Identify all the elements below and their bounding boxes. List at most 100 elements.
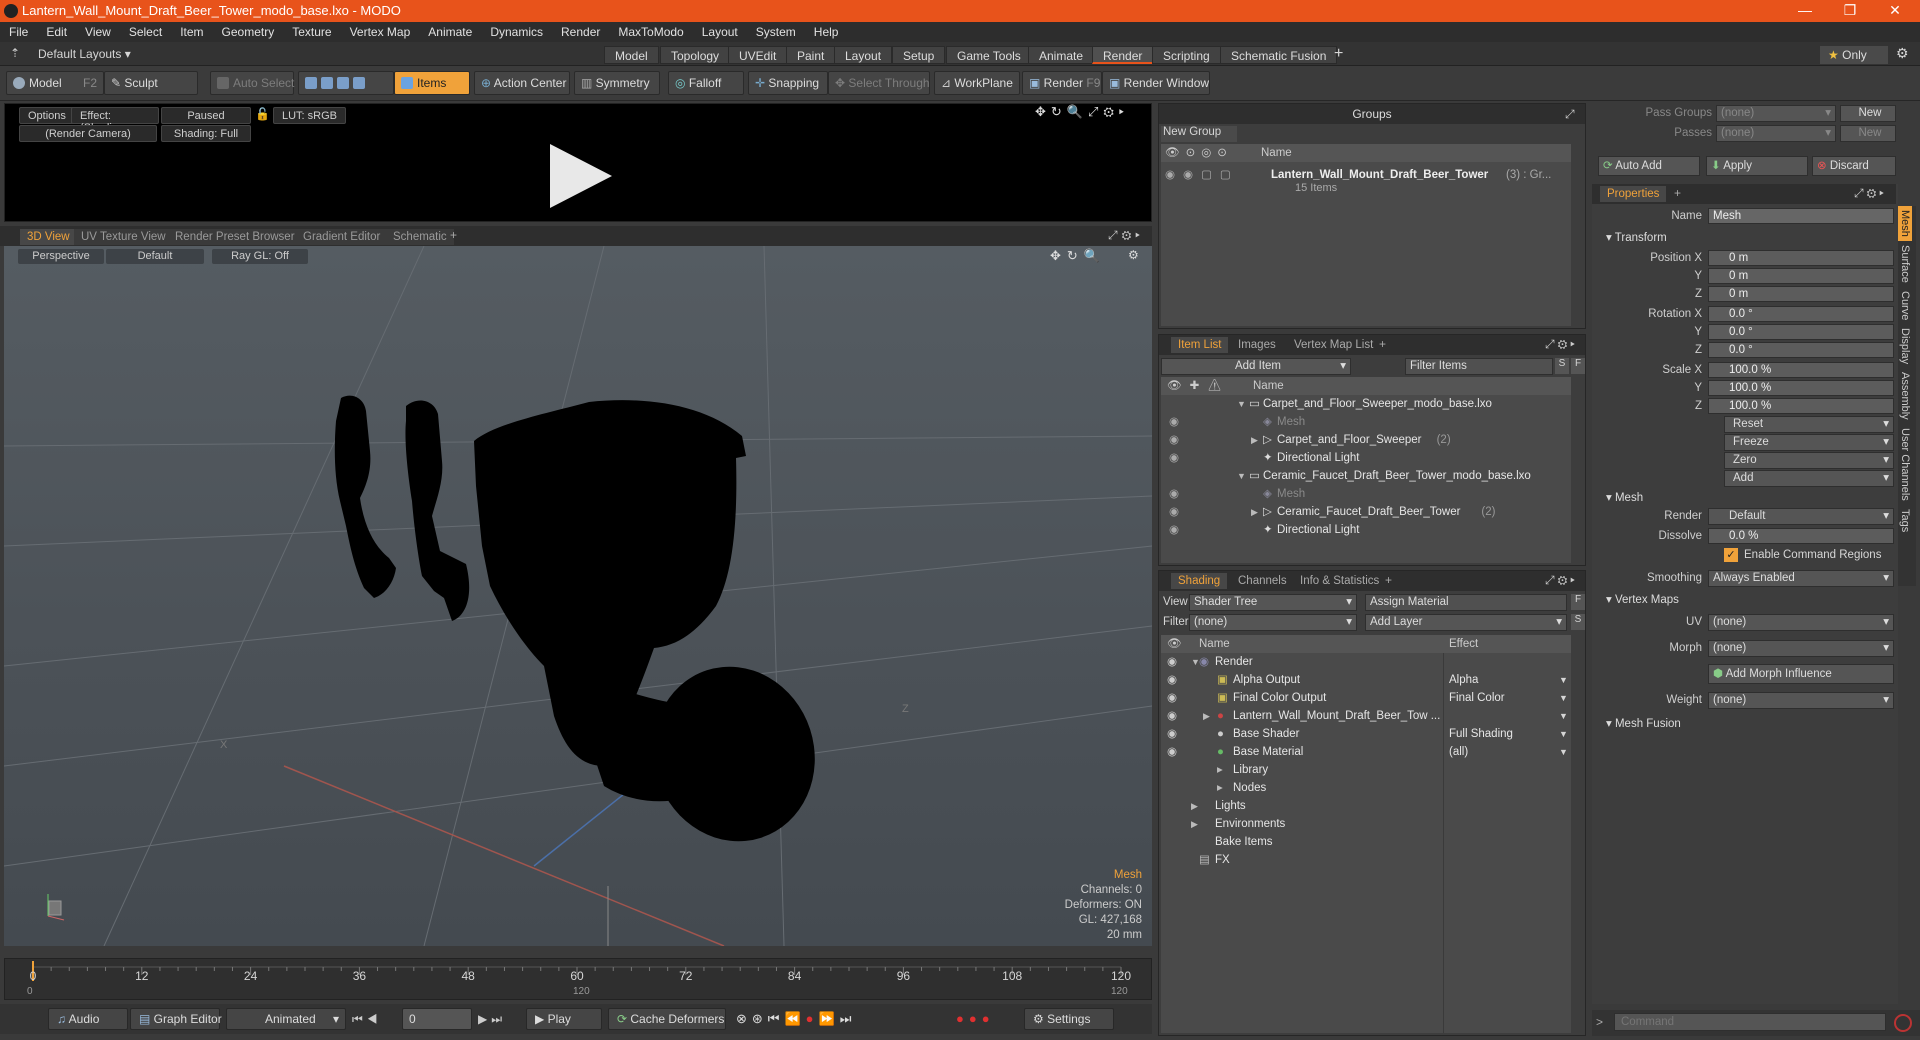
scale-y-field[interactable]: 100.0 % (1708, 380, 1894, 396)
menu-texture[interactable]: Texture (283, 22, 340, 39)
side-tab-curve[interactable]: Curve (1898, 287, 1912, 324)
3d-viewport[interactable]: Perspective Default Ray GL: Off ✥↻🔍 ⚙ X … (4, 246, 1152, 946)
model-button[interactable]: Model F2 (6, 71, 104, 95)
auto-add-button[interactable]: ⟳ Auto Add (1598, 156, 1700, 176)
expand-arrow-icon[interactable]: ▼ (1237, 395, 1246, 413)
pass-groups-new-button[interactable]: New (1840, 105, 1896, 122)
dissolve-field[interactable]: 0.0 % (1708, 528, 1894, 544)
shader-row[interactable]: ◉ ▣ Final Color Output Final Color ▼ (1161, 689, 1571, 707)
visibility-eye-icon[interactable]: ◉ (1167, 671, 1177, 689)
command-input[interactable] (1614, 1013, 1886, 1031)
apply-button[interactable]: ⬇ Apply (1706, 156, 1808, 176)
animated-dropdown[interactable]: Animated ▾ (226, 1008, 346, 1030)
filter-f-button[interactable]: F (1571, 358, 1585, 374)
render-button[interactable]: ▣ Render F9 (1022, 71, 1102, 95)
item-row[interactable]: ◉ ▶ ▷ Carpet_and_Floor_Sweeper (2) (1161, 431, 1571, 449)
side-tab-display[interactable]: Display (1898, 324, 1912, 368)
new-group-button[interactable]: New Group (1161, 126, 1237, 142)
groups-expand-icon[interactable]: ⤢ (1565, 107, 1575, 122)
menu-item[interactable]: Item (171, 22, 212, 39)
menu-file[interactable]: File (0, 22, 37, 39)
position-z-field[interactable]: 0 m (1708, 286, 1894, 302)
item-row[interactable]: ▼ ▭ Carpet_and_Floor_Sweeper_modo_base.lxo (1161, 395, 1571, 413)
add-tab-icon[interactable]: + (1379, 337, 1386, 351)
render-window-button[interactable]: ▣ Render Window (1102, 71, 1210, 95)
play-icon[interactable] (550, 144, 612, 208)
name-field[interactable]: Mesh (1708, 208, 1894, 224)
expand-arrow-icon[interactable]: ▶ (1251, 503, 1258, 521)
rotation-z-field[interactable]: 0.0 ° (1708, 342, 1894, 358)
edges-icon[interactable] (321, 77, 333, 89)
settings-button[interactable]: ⚙ Settings (1024, 1008, 1114, 1030)
visibility-eye-icon[interactable]: ◉ (1169, 431, 1179, 449)
viewport-tab-controls[interactable]: ⤢⚙▸ (1108, 228, 1144, 243)
close-icon[interactable]: ✕ (1880, 2, 1910, 19)
tab-scripting[interactable]: Scripting (1152, 46, 1221, 64)
tab-uv-texture-view[interactable]: UV Texture View (74, 229, 173, 245)
tab-gradient-editor[interactable]: Gradient Editor (296, 229, 388, 245)
menu-select[interactable]: Select (120, 22, 171, 39)
position-y-field[interactable]: 0 m (1708, 268, 1894, 284)
transport-prev-controls[interactable]: ⏮◀ (352, 1012, 382, 1027)
shader-effect[interactable]: Alpha (1449, 671, 1478, 689)
vertex-maps-section[interactable]: ▾ Vertex Maps (1606, 592, 1679, 606)
effect-dropdown-icon[interactable]: ▼ (1559, 707, 1568, 725)
zero-dropdown[interactable]: Zero ▾ (1724, 452, 1894, 469)
falloff-button[interactable]: ◎ Falloff (668, 71, 744, 95)
freeze-dropdown[interactable]: Freeze ▾ (1724, 434, 1894, 451)
tab-schematic[interactable]: Schematic (386, 229, 454, 245)
side-tab-assembly[interactable]: Assembly (1898, 368, 1912, 424)
tab-channels[interactable]: Channels (1231, 573, 1294, 589)
menu-edit[interactable]: Edit (37, 22, 76, 39)
menu-animate[interactable]: Animate (419, 22, 481, 39)
add-viewport-tab-icon[interactable]: + (450, 228, 457, 242)
select-through-button[interactable]: ✥ Select Through (828, 71, 930, 95)
visibility-eye-icon[interactable]: ◉ (1167, 689, 1177, 707)
add-layer-dropdown[interactable]: Add Layer ▾ (1365, 614, 1567, 631)
vertices-icon[interactable] (305, 77, 317, 89)
morph-dropdown[interactable]: (none) ▾ (1708, 640, 1894, 657)
shader-row[interactable]: ◉ ● Base Shader Full Shading ▼ (1161, 725, 1571, 743)
visibility-eye-icon[interactable]: ◉ (1169, 449, 1179, 467)
visibility-eye-icon[interactable]: ◉ (1169, 413, 1179, 431)
position-x-field[interactable]: 0 m (1708, 250, 1894, 266)
default-layouts-dropdown[interactable]: Default Layouts ▾ (38, 47, 131, 61)
panel-controls[interactable]: ⤢⚙▸ (1545, 337, 1578, 352)
effect-dropdown[interactable]: Effect: (Shadi... (71, 107, 159, 134)
timeline[interactable]: 0 12 24 36 48 60 72 84 96 108 120 0 120 … (4, 958, 1152, 1000)
render-camera-dropdown[interactable]: (Render Camera) (19, 125, 157, 142)
lock-icon[interactable]: 🔓 (255, 107, 270, 121)
shader-row[interactable]: ▸ Library (1161, 761, 1571, 779)
expand-arrow-icon[interactable]: ▶ (1251, 431, 1258, 449)
shader-row[interactable]: ▤ FX (1161, 851, 1571, 869)
add-dropdown[interactable]: Add ▾ (1724, 470, 1894, 487)
graph-editor-button[interactable]: ▤ Graph Editor (130, 1008, 222, 1030)
transform-section[interactable]: ▾ Transform (1606, 230, 1667, 244)
menu-system[interactable]: System (747, 22, 805, 39)
symmetry-button[interactable]: ▥ Symmetry (574, 71, 660, 95)
tab-schematic-fusion[interactable]: Schematic Fusion (1220, 46, 1338, 64)
shader-row[interactable]: ◉ ▼ ◉ Render (1161, 653, 1571, 671)
visibility-eye-icon[interactable]: ◉ (1169, 503, 1179, 521)
menu-help[interactable]: Help (805, 22, 848, 39)
sculpt-button[interactable]: ✎ Sculpt (104, 71, 198, 95)
tab-uvedit[interactable]: UVEdit (728, 46, 788, 64)
shader-row[interactable]: ◉ ● Base Material (all) ▼ (1161, 743, 1571, 761)
menu-dynamics[interactable]: Dynamics (481, 22, 552, 39)
enable-command-checkbox[interactable]: ✓ (1724, 548, 1738, 562)
weight-dropdown[interactable]: (none) ▾ (1708, 692, 1894, 709)
add-tab-icon[interactable]: + (1385, 573, 1392, 587)
item-row[interactable]: ◉ ◈ Mesh (1161, 413, 1571, 431)
item-row[interactable]: ◉ ◈ Mesh (1161, 485, 1571, 503)
filter-s-button[interactable]: S (1555, 358, 1569, 374)
add-morph-influence-button[interactable]: ⬢ Add Morph Influence (1708, 664, 1894, 684)
filter-dropdown[interactable]: (none) ▾ (1189, 614, 1357, 631)
shader-row[interactable]: ▶ Lights (1161, 797, 1571, 815)
menu-vertex-map[interactable]: Vertex Map (341, 22, 420, 39)
expand-arrow-icon[interactable]: ▶ (1191, 815, 1198, 833)
effect-dropdown-icon[interactable]: ▼ (1559, 671, 1568, 689)
shader-effect[interactable]: (all) (1449, 743, 1468, 761)
scale-x-field[interactable]: 100.0 % (1708, 362, 1894, 378)
effect-dropdown-icon[interactable]: ▼ (1559, 743, 1568, 761)
materials-icon[interactable] (353, 77, 365, 89)
